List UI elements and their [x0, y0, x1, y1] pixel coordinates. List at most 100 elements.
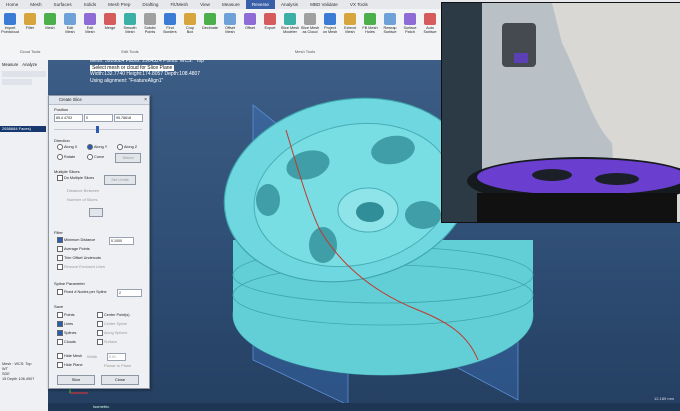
tool-button[interactable]: Subdiv Points — [140, 10, 160, 42]
borders-icon — [164, 13, 176, 25]
fixed-nodes-checkbox[interactable]: Fixed # Nodes per Spline — [57, 289, 107, 295]
tool-label: Extend Mesh — [344, 26, 356, 35]
radio-rotate[interactable]: Rotate — [57, 154, 75, 160]
tool-button[interactable]: Surface Patch — [400, 10, 420, 42]
position-z-field[interactable]: 95.78618 — [114, 114, 143, 122]
tool-button[interactable]: Slice Mesh Modeler — [280, 10, 300, 42]
spline-parameter-label: Spline Parameter — [54, 281, 85, 286]
group-label: Mesh Tools — [294, 49, 316, 54]
wheel-spoke-gap — [532, 169, 572, 181]
tab-surfaces[interactable]: Surfaces — [48, 0, 78, 9]
trim-offset-checkbox[interactable]: Trim Offset Undercuts — [57, 255, 101, 261]
save-clouds-checkbox[interactable]: Clouds — [57, 339, 76, 345]
tool-button[interactable]: Rewrap Surface — [380, 10, 400, 42]
position-x-field[interactable]: 85.4 4753 — [54, 114, 83, 122]
tab-reverse[interactable]: Reverse — [245, 0, 275, 9]
tool-button[interactable]: Edit Mesh — [80, 10, 100, 42]
save-center-spline-checkbox[interactable]: Center Spline — [97, 321, 127, 327]
tree-row[interactable] — [2, 71, 46, 77]
direction-label: Direction — [54, 138, 70, 143]
tool-button[interactable]: Find Borders — [160, 10, 180, 42]
group-label: Edit Tools — [121, 49, 139, 54]
tab-solids[interactable]: Solids — [78, 0, 103, 9]
close-button[interactable]: Close — [101, 375, 139, 385]
tab-vx-tools[interactable]: VX Tools — [344, 0, 374, 9]
average-points-checkbox[interactable]: Average Points — [57, 246, 90, 252]
wheel-stand — [477, 193, 677, 222]
slice-button[interactable]: Slice — [57, 375, 95, 385]
tree-row[interactable] — [2, 79, 32, 85]
tool-button[interactable]: Crop Box — [180, 10, 200, 42]
save-label: Save — [54, 304, 64, 309]
tab-view[interactable]: View — [194, 0, 216, 9]
fixed-nodes-field[interactable]: 2 — [117, 289, 142, 297]
tool-label: Crop Box — [185, 26, 195, 35]
slider-handle[interactable] — [96, 126, 99, 133]
tool-label: Offset — [244, 26, 256, 30]
close-icon[interactable]: × — [144, 97, 147, 103]
left-panel-tabs: Measure Analyze — [0, 60, 48, 69]
tab-mbd-validate[interactable]: MBD Validate — [304, 0, 344, 9]
tab-home[interactable]: Home — [0, 0, 24, 9]
tool-button[interactable]: Project on Mesh — [320, 10, 340, 42]
tool-button[interactable]: Extend Mesh — [340, 10, 360, 42]
tree-item-selected[interactable]: 2658684 Faces) — [0, 126, 46, 132]
tool-label: Fill Mesh Holes — [362, 26, 378, 35]
tool-button[interactable]: Mesh — [40, 10, 60, 42]
tab-mesh[interactable]: Mesh — [24, 0, 47, 9]
select-button[interactable]: Select — [115, 153, 141, 163]
slice-cloud-icon — [304, 13, 316, 25]
width-field[interactable]: 0.01 — [107, 353, 126, 361]
tool-button[interactable]: Merge — [100, 10, 120, 42]
filter-icon — [24, 13, 36, 25]
tool-label: Edit Mesh — [85, 26, 95, 35]
tool-button[interactable]: Filter — [20, 10, 40, 42]
save-surface-checkbox[interactable]: Surface — [97, 339, 117, 345]
tab-drafting[interactable]: Drafting — [136, 0, 164, 9]
edit-mesh-icon — [84, 13, 96, 25]
tool-button[interactable]: Import Pointcloud — [0, 10, 20, 42]
offset-icon — [244, 13, 256, 25]
radio-along-x[interactable]: Along X — [57, 144, 77, 150]
tab-mesh-prep[interactable]: Mesh Prep — [102, 0, 136, 9]
minimum-distance-checkbox[interactable]: Minimum Distance — [57, 237, 95, 243]
tool-button[interactable]: Offset — [240, 10, 260, 42]
tool-button[interactable]: Edit Mesh — [60, 10, 80, 42]
tab-analyze[interactable]: Analyze — [22, 62, 37, 67]
tool-button[interactable]: Smooth Mesh — [120, 10, 140, 42]
radio-along-y[interactable]: Along Y — [87, 144, 107, 150]
tool-button[interactable]: Decimate — [200, 10, 220, 42]
minimum-distance-field[interactable]: 0.1000 — [109, 237, 134, 245]
scanner-photo — [442, 3, 680, 222]
tool-button[interactable]: Offset Mesh — [220, 10, 240, 42]
radio-curve[interactable]: Curve — [87, 154, 104, 160]
tool-button[interactable]: Auto Surface — [420, 10, 440, 42]
position-y-field[interactable]: 0 — [84, 114, 113, 122]
set-limits-button[interactable]: Set Limits — [104, 175, 136, 185]
save-center-point-checkbox[interactable]: Center Point(s) — [97, 312, 130, 318]
tab-measure[interactable]: Measure — [2, 62, 18, 67]
export-icon — [264, 13, 276, 25]
rewrap-icon — [384, 13, 396, 25]
save-splines-checkbox[interactable]: Splines — [57, 330, 76, 336]
hide-plane-checkbox[interactable]: Hide Plane — [57, 362, 83, 368]
status-text: Mesh : WCS: Top WT SDE 15 Depth 106.4907 — [2, 362, 35, 381]
remove-enclosed-checkbox[interactable]: Remove Enclosed Lines — [57, 264, 105, 270]
hide-mesh-checkbox[interactable]: Hide Mesh — [57, 353, 82, 359]
tool-button[interactable]: Export — [260, 10, 280, 42]
tool-label: Decimate — [201, 26, 219, 30]
pick-icon[interactable] — [89, 208, 103, 217]
tool-button[interactable]: Slice Mesh as Cloud — [300, 10, 320, 42]
planar-to-plane-label: Planar to Plane — [104, 363, 132, 368]
tab-measure[interactable]: Measure — [216, 0, 246, 9]
save-along-splines-checkbox[interactable]: Along Splines — [97, 330, 127, 336]
tab-fit-mesh[interactable]: Fit/Mesh — [164, 0, 194, 9]
offset-icon — [224, 13, 236, 25]
radio-along-z[interactable]: Along Z — [117, 144, 137, 150]
multiple-slices-checkbox[interactable]: Do Multiple Slices — [57, 175, 94, 181]
tab-analysis[interactable]: Analysis — [275, 0, 304, 9]
tool-button[interactable]: Fill Mesh Holes — [360, 10, 380, 42]
save-lines-checkbox[interactable]: Lines — [57, 321, 73, 327]
save-points-checkbox[interactable]: Points — [57, 312, 75, 318]
camera-inset-video — [441, 2, 680, 223]
